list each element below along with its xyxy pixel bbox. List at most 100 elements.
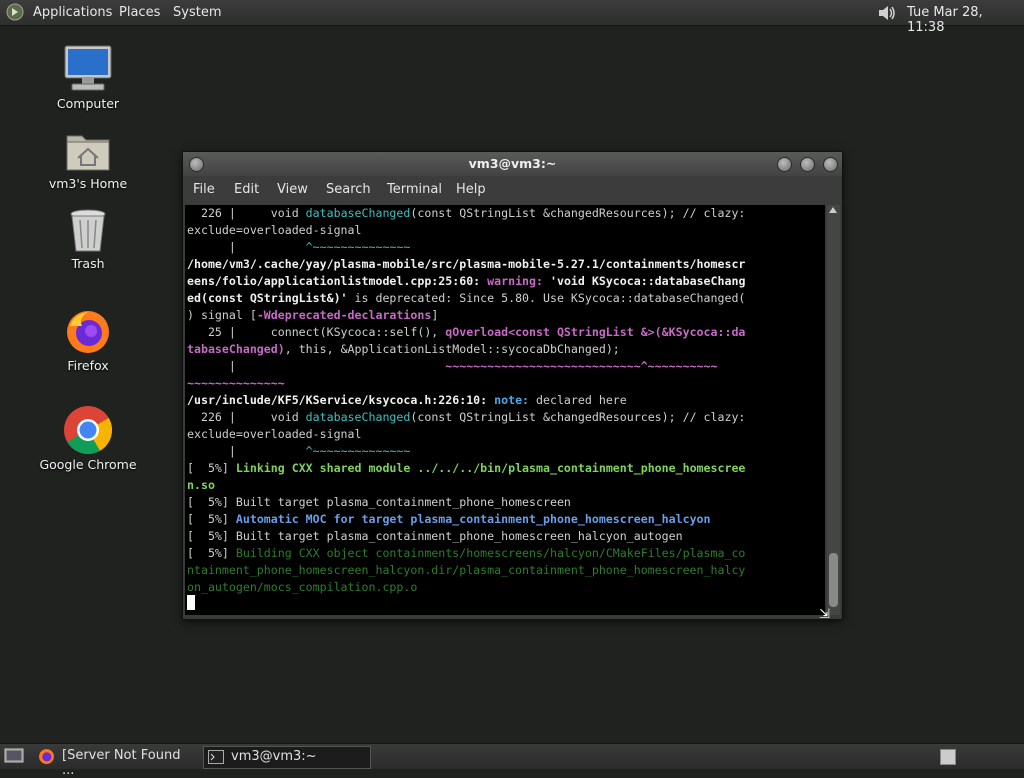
- chrome-icon: [64, 406, 113, 455]
- close-button[interactable]: [823, 157, 838, 172]
- terminal-text: , this, &ApplicationListModel::sycocaDbC…: [284, 342, 620, 356]
- terminal-line: [ 5%] Linking CXX shared module ../../..…: [187, 460, 745, 477]
- firefox-icon: [67, 311, 109, 353]
- terminal-line: exclude=overloaded-signal: [187, 426, 362, 443]
- terminal-line: ) signal [-Wdeprecated-declarations]: [187, 307, 438, 324]
- terminal-text: [ 5%] Built target plasma_containment_ph…: [187, 529, 683, 543]
- window-titlebar[interactable]: vm3@vm3:~: [183, 152, 842, 176]
- terminal-line: 226 | void databaseChanged(const QString…: [187, 205, 745, 222]
- terminal-text: exclude=overloaded-signal: [187, 427, 362, 441]
- places-menu[interactable]: Places: [119, 5, 160, 20]
- taskbar-item-firefox[interactable]: [Server Not Found ...: [36, 746, 196, 778]
- desktop-icon-computer[interactable]: Computer: [33, 44, 143, 111]
- terminal-text: [ 5%] Built target plasma_containment_ph…: [187, 495, 571, 509]
- terminal-line: /home/vm3/.cache/yay/plasma-mobile/src/p…: [187, 256, 745, 273]
- terminal-text: ed(const QStringList&)': [187, 291, 348, 305]
- terminal-text: databaseChanged: [305, 206, 411, 220]
- terminal-text: n.so: [187, 478, 215, 492]
- window-title: vm3@vm3:~: [468, 156, 557, 171]
- maximize-button[interactable]: [800, 157, 815, 172]
- resize-grip-icon[interactable]: ⇲: [819, 607, 839, 622]
- terminal-line: ntainment_phone_homescreen_halcyon.dir/p…: [187, 562, 745, 579]
- trash-icon: [70, 209, 106, 252]
- terminal-line: | ^~~~~~~~~~~~~~~: [187, 443, 411, 460]
- desktop-icon-label: Trash: [71, 256, 105, 271]
- menu-terminal[interactable]: Terminal: [387, 182, 442, 197]
- terminal-text: Linking CXX shared module ../../../bin/p…: [235, 461, 746, 475]
- terminal-text: 25 | connect(KSycoca::self(),: [187, 325, 446, 339]
- terminal-line: n.so: [187, 477, 215, 494]
- terminal-text: /usr/include/KF5/KService/ksycoca.h:226:…: [187, 393, 495, 407]
- taskbar-item-label: [Server Not Found ...: [62, 748, 181, 778]
- scroll-up-arrow-icon[interactable]: [829, 207, 837, 213]
- terminal-text: (const QStringList &changedResources); /…: [410, 410, 746, 424]
- desktop-icon-firefox[interactable]: Firefox: [33, 308, 143, 373]
- terminal-text: /home/vm3/.cache/yay/plasma-mobile/src/p…: [187, 257, 746, 271]
- desktop-icon-label: Firefox: [67, 358, 109, 373]
- terminal-cursor: [187, 595, 195, 610]
- menu-edit[interactable]: Edit: [234, 182, 259, 197]
- desktop-icon-trash[interactable]: Trash: [33, 208, 143, 271]
- terminal-text: 'void KSycoca::databaseChang: [549, 274, 746, 288]
- terminal-text: |: [187, 359, 446, 373]
- terminal-text: declared here: [536, 393, 627, 407]
- terminal-text: on_autogen/mocs_compilation.cpp.o: [187, 580, 418, 594]
- workspace-switcher[interactable]: [940, 749, 956, 765]
- desktop-icon-label: Computer: [56, 96, 120, 111]
- clock[interactable]: Tue Mar 28, 11:38: [907, 5, 1024, 35]
- terminal-text: note:: [494, 393, 537, 407]
- terminal-text: warning:: [487, 274, 550, 288]
- terminal-text: qOverload<const QStringList &>(&KSycoca:…: [445, 325, 746, 339]
- terminal-text: [ 5%]: [187, 546, 236, 560]
- terminal-line: 25 | connect(KSycoca::self(), qOverload<…: [187, 324, 745, 341]
- volume-icon[interactable]: [876, 3, 898, 23]
- terminal-text: 226 | void: [187, 410, 306, 424]
- gnome-foot-icon[interactable]: [6, 3, 24, 21]
- terminal-text: (const QStringList &changedResources); /…: [410, 206, 746, 220]
- terminal-line: 226 | void databaseChanged(const QString…: [187, 409, 745, 426]
- scroll-thumb[interactable]: [829, 553, 838, 607]
- system-menu[interactable]: System: [173, 5, 221, 20]
- applications-menu[interactable]: Applications: [33, 5, 112, 20]
- computer-icon: [64, 45, 112, 91]
- bottom-panel: [Server Not Found ... vm3@vm3:~: [0, 743, 1024, 778]
- terminal-text: databaseChanged: [305, 410, 411, 424]
- show-desktop-icon[interactable]: [4, 748, 24, 765]
- terminal-text: exclude=overloaded-signal: [187, 223, 362, 237]
- terminal-line: on_autogen/mocs_compilation.cpp.o: [187, 579, 417, 596]
- terminal-window[interactable]: vm3@vm3:~ File Edit View Search Terminal…: [182, 151, 843, 622]
- desktop-icon-chrome[interactable]: Google Chrome: [33, 405, 143, 472]
- terminal-text: ntainment_phone_homescreen_halcyon.dir/p…: [187, 563, 746, 577]
- terminal-line: | ^~~~~~~~~~~~~~~: [187, 239, 411, 256]
- terminal-line: tabaseChanged), this, &ApplicationListMo…: [187, 341, 620, 358]
- terminal-line: ~~~~~~~~~~~~~~: [187, 375, 285, 392]
- terminal-text: eens/folio/applicationlistmodel.cpp:25:6…: [187, 274, 488, 288]
- terminal-scrollbar[interactable]: [827, 205, 840, 615]
- desktop-icon-label: Google Chrome: [39, 457, 137, 472]
- terminal-icon: [208, 750, 224, 764]
- taskbar-item-terminal[interactable]: vm3@vm3:~: [203, 746, 371, 769]
- terminal-text: 226 | void: [187, 206, 306, 220]
- desktop-icon-label: vm3's Home: [48, 176, 128, 191]
- terminal-line: | ~~~~~~~~~~~~~~~~~~~~~~~~~~~~^~~~~~~~~~…: [187, 358, 718, 375]
- terminal-text: ~~~~~~~~~~~~~~~~~~~~~~~~~~~~^~~~~~~~~~~: [445, 359, 718, 373]
- terminal-output[interactable]: 226 | void databaseChanged(const QString…: [185, 205, 825, 615]
- terminal-line: exclude=overloaded-signal: [187, 222, 362, 239]
- terminal-line: [ 5%] Built target plasma_containment_ph…: [187, 494, 571, 511]
- menu-view[interactable]: View: [277, 182, 308, 197]
- terminal-text: -Wdeprecated-declarations: [256, 308, 432, 322]
- desktop-icon-home[interactable]: vm3's Home: [33, 128, 143, 191]
- terminal-text: Automatic MOC for target plasma_containm…: [235, 512, 711, 526]
- terminal-line: eens/folio/applicationlistmodel.cpp:25:6…: [187, 273, 745, 290]
- terminal-line: [ 5%] Built target plasma_containment_ph…: [187, 528, 683, 545]
- minimize-button[interactable]: [777, 157, 792, 172]
- menu-search[interactable]: Search: [326, 182, 371, 197]
- terminal-text: |: [187, 444, 306, 458]
- top-panel: Applications Places System Tue Mar 28, 1…: [0, 0, 1024, 35]
- terminal-text: Building CXX object containments/homescr…: [235, 546, 746, 560]
- terminal-text: [ 5%]: [187, 461, 236, 475]
- menu-help[interactable]: Help: [456, 182, 486, 197]
- taskbar-item-label: vm3@vm3:~: [231, 749, 317, 764]
- menu-file[interactable]: File: [193, 182, 215, 197]
- terminal-line: [ 5%] Automatic MOC for target plasma_co…: [187, 511, 711, 528]
